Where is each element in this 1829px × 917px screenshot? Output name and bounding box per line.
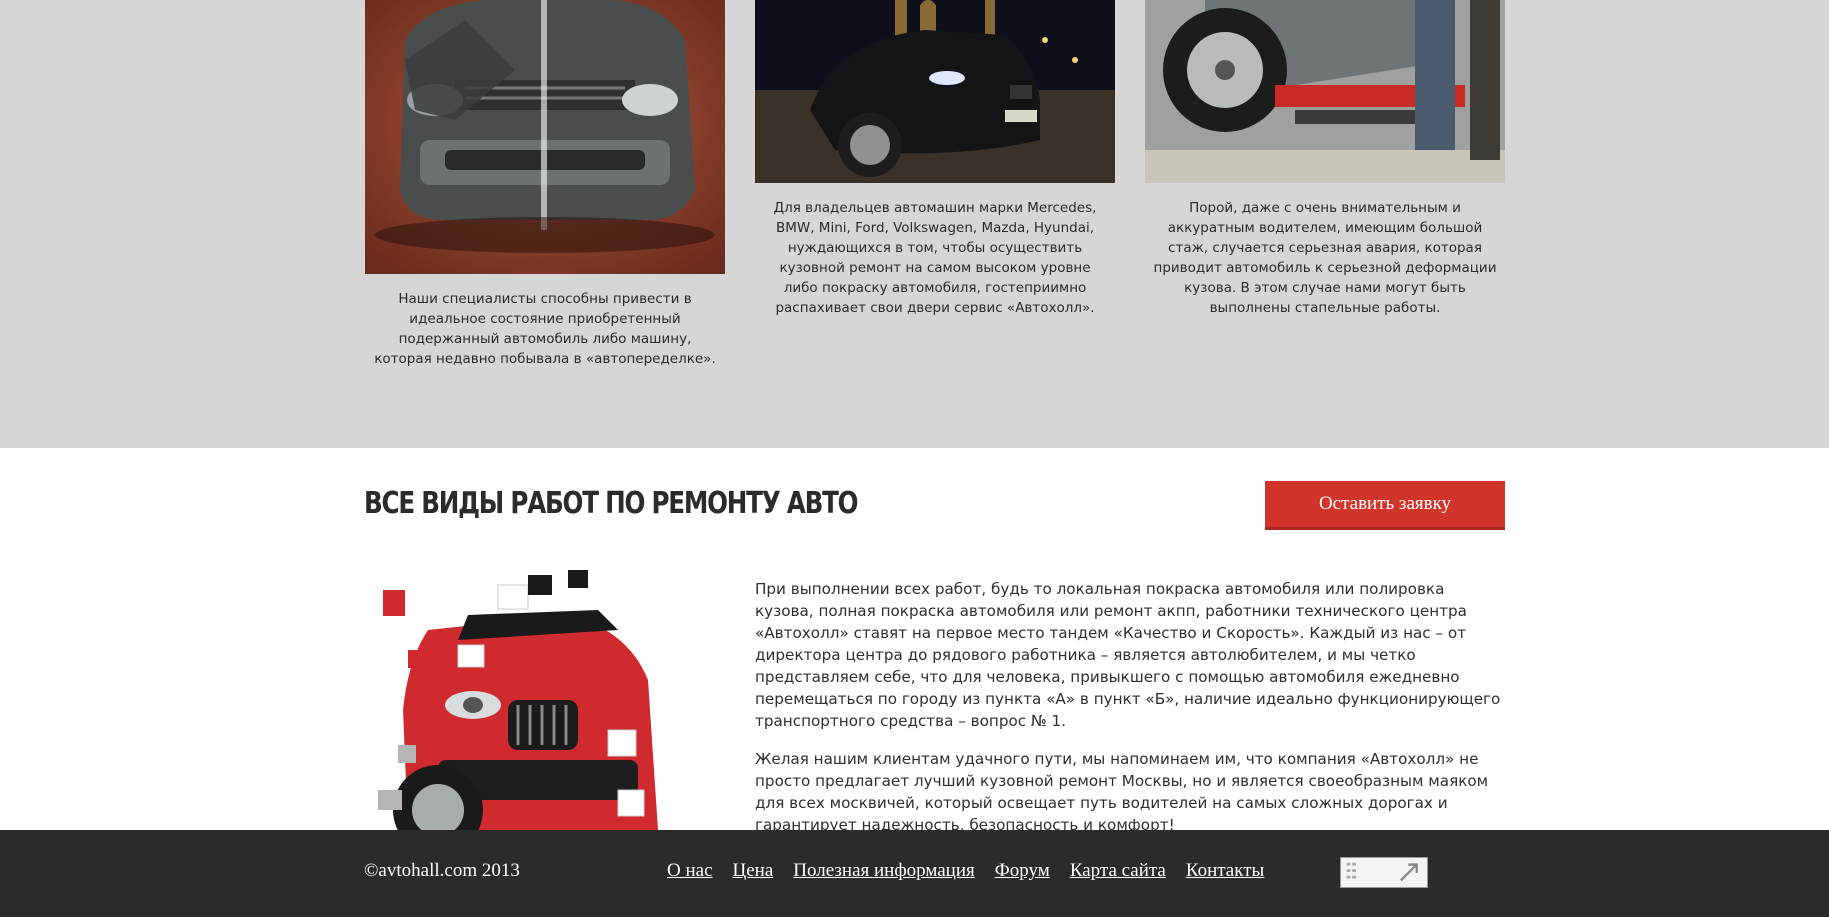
footer-nav: О нас Цена Полезная информация Форум Кар… — [667, 860, 1264, 882]
section-paragraph: Желая нашим клиентам удачного пути, мы н… — [755, 750, 1489, 834]
puzzle-car-image — [368, 570, 708, 830]
damaged-suv-photo — [365, 0, 725, 274]
service-card-caption: Для владельцев автомашин марки Mercedes,… — [773, 200, 1097, 316]
section-title: ВСЕ ВИДЫ РАБОТ ПО РЕМОНТУ АВТО — [364, 486, 859, 521]
footer-link-contacts[interactable]: Контакты — [1186, 860, 1264, 882]
footer-link-about[interactable]: О нас — [667, 860, 713, 882]
footer-link-forum[interactable]: Форум — [995, 860, 1050, 882]
footer: ©avtohall.com 2013 О нас Цена Полезная и… — [0, 830, 1829, 917]
service-card-restoration: Наши специалисты способны привести в иде… — [365, 0, 725, 369]
services-band: Наши специалисты способны привести в иде… — [0, 0, 1829, 448]
service-card-caption: Наши специалисты способны привести в иде… — [374, 291, 716, 367]
footer-link-sitemap[interactable]: Карта сайта — [1070, 860, 1166, 882]
service-card-caption: Порой, даже с очень внимательным и аккур… — [1153, 200, 1497, 316]
visit-counter-badge[interactable] — [1340, 857, 1428, 888]
service-card-brands: Для владельцев автомашин марки Mercedes,… — [755, 0, 1115, 318]
bmw-night-photo — [755, 0, 1115, 183]
section-paragraph: При выполнении всех работ, будь то локал… — [755, 580, 1501, 730]
footer-link-price[interactable]: Цена — [733, 860, 774, 882]
service-card-frame-work: Порой, даже с очень внимательным и аккур… — [1145, 0, 1505, 318]
footer-link-useful-info[interactable]: Полезная информация — [793, 860, 974, 882]
section-body: При выполнении всех работ, будь то локал… — [755, 578, 1507, 852]
frame-straightening-photo — [1145, 0, 1505, 183]
copyright: ©avtohall.com 2013 — [364, 860, 520, 881]
request-button[interactable]: Оставить заявку — [1265, 481, 1505, 530]
